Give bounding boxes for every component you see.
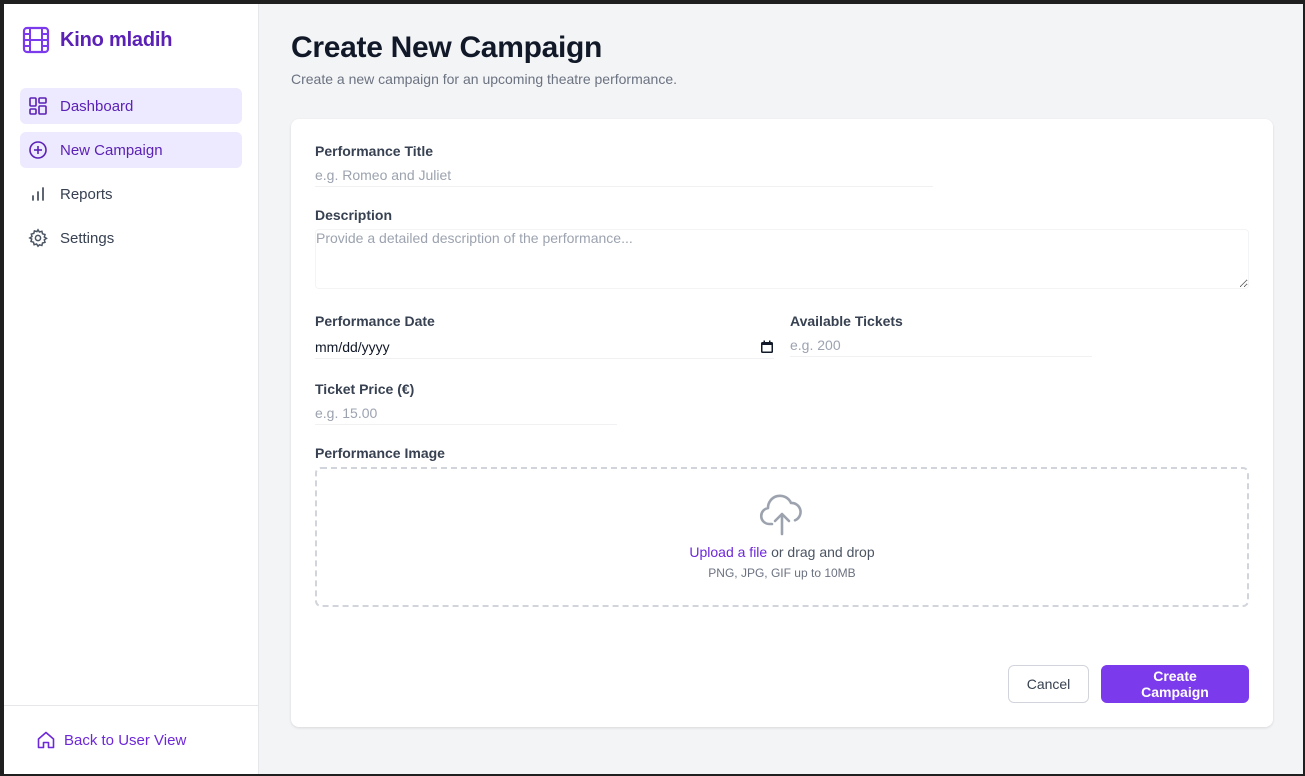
bar-chart-icon [28,184,48,204]
date-field-group: Performance Date mm/dd/yyyy [315,313,790,359]
image-dropzone[interactable]: Upload a file or drag and drop PNG, JPG,… [315,467,1249,607]
performance-date-input[interactable]: mm/dd/yyyy [315,335,774,359]
form-actions: Cancel Create Campaign [1008,665,1249,703]
create-campaign-button[interactable]: Create Campaign [1101,665,1249,703]
page-subtitle: Create a new campaign for an upcoming th… [291,71,677,87]
main-content: Create New Campaign Create a new campaig… [259,4,1303,774]
cancel-button[interactable]: Cancel [1008,665,1089,703]
description-label: Description [315,207,393,223]
sidebar-item-label: Reports [60,185,113,203]
calendar-icon[interactable] [760,340,774,354]
performance-date-value: mm/dd/yyyy [315,338,390,355]
performance-title-input[interactable] [315,163,933,187]
tickets-field-group: Available Tickets [790,313,1092,359]
plus-circle-icon [28,140,48,160]
sidebar-item-label: Settings [60,229,115,247]
campaign-form-card: Performance Title Description Performanc… [291,119,1273,727]
sidebar-item-dashboard[interactable]: Dashboard [20,88,242,124]
film-icon [22,26,50,54]
performance-image-label: Performance Image [315,445,445,461]
available-tickets-input[interactable] [790,333,1092,357]
sidebar-item-settings[interactable]: Settings [20,220,242,256]
description-textarea[interactable] [315,229,1249,289]
sidebar-item-reports[interactable]: Reports [20,176,242,212]
brand-name: Kino mladih [60,28,173,51]
sidebar-nav: Dashboard New Campaign Reports Settings [4,76,258,256]
back-to-user-view-label: Back to User View [64,731,187,749]
upload-instructions: Upload a file or drag and drop [689,544,874,560]
performance-date-label: Performance Date [315,313,435,329]
brand[interactable]: Kino mladih [4,4,258,76]
available-tickets-label: Available Tickets [790,313,903,329]
home-icon [36,730,56,750]
dashboard-grid-icon [28,96,48,116]
gear-icon [28,228,48,248]
cloud-upload-icon [759,494,802,536]
app-window: Kino mladih Dashboard New Campaign Repor… [4,4,1303,774]
date-tickets-row: Performance Date mm/dd/yyyy Available Ti… [315,313,1249,359]
drag-drop-text: or drag and drop [767,544,875,560]
back-to-user-view-link[interactable]: Back to User View [36,730,186,750]
sidebar-footer: Back to User View [4,705,258,774]
page-title: Create New Campaign [291,31,603,64]
sidebar-item-label: New Campaign [60,141,163,159]
ticket-price-label: Ticket Price (€) [315,381,415,397]
sidebar-item-label: Dashboard [60,97,134,115]
upload-hint: PNG, JPG, GIF up to 10MB [708,566,856,580]
sidebar-item-new-campaign[interactable]: New Campaign [20,132,242,168]
sidebar: Kino mladih Dashboard New Campaign Repor… [4,4,259,774]
upload-file-link[interactable]: Upload a file [689,544,767,560]
ticket-price-input[interactable] [315,401,617,425]
performance-title-label: Performance Title [315,143,434,159]
